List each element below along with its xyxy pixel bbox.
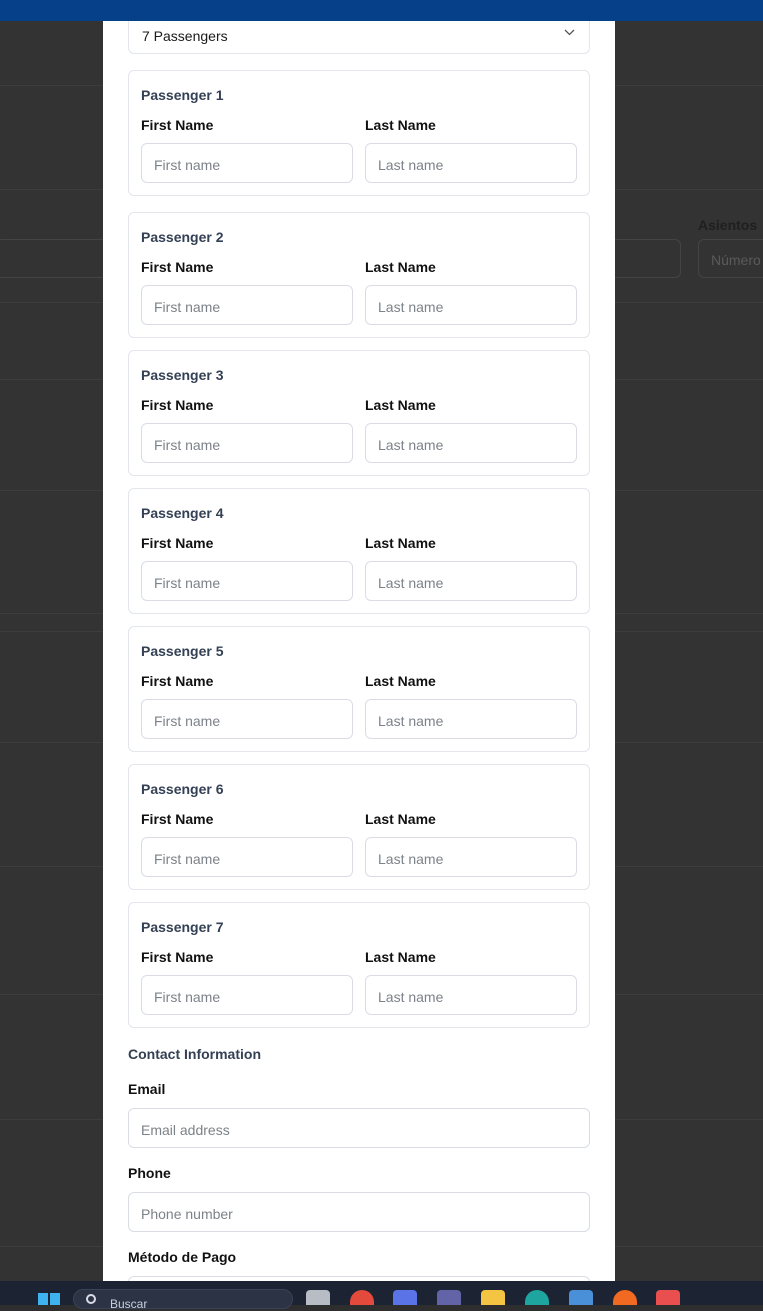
last-name-label: Last Name: [365, 397, 436, 413]
input-placeholder: Last name: [378, 437, 444, 453]
first-name-input[interactable]: First name: [141, 699, 353, 739]
task-view-icon[interactable]: [306, 1290, 330, 1305]
first-name-input[interactable]: First name: [141, 143, 353, 183]
taskbar-search-box[interactable]: Buscar: [73, 1289, 293, 1311]
email-input[interactable]: Email address: [128, 1108, 590, 1148]
passenger-title: Passenger 4: [141, 505, 224, 521]
first-name-label: First Name: [141, 535, 214, 551]
input-placeholder: Last name: [378, 713, 444, 729]
edge-icon[interactable]: [525, 1290, 549, 1305]
teams-icon[interactable]: [437, 1290, 461, 1305]
input-placeholder: First name: [154, 851, 221, 867]
last-name-input[interactable]: Last name: [365, 423, 577, 463]
last-name-input[interactable]: Last name: [365, 285, 577, 325]
first-name-label: First Name: [141, 259, 214, 275]
phone-label: Phone: [128, 1165, 171, 1181]
passenger-card-5: Passenger 5 First Name Last Name First n…: [128, 626, 590, 752]
input-placeholder: Last name: [378, 575, 444, 591]
os-taskbar: Buscar: [0, 1281, 763, 1311]
browser-top-bar: [0, 0, 763, 21]
first-name-label: First Name: [141, 397, 214, 413]
first-name-label: First Name: [141, 673, 214, 689]
search-icon: [86, 1294, 96, 1304]
input-placeholder: First name: [154, 157, 221, 173]
last-name-label: Last Name: [365, 117, 436, 133]
first-name-input[interactable]: First name: [141, 975, 353, 1015]
input-placeholder: Phone number: [141, 1206, 233, 1222]
background-seats-label: Asientos: [698, 217, 758, 233]
chevron-down-icon: [564, 29, 575, 36]
input-placeholder: First name: [154, 299, 221, 315]
passenger-card-4: Passenger 4 First Name Last Name First n…: [128, 488, 590, 614]
phone-input[interactable]: Phone number: [128, 1192, 590, 1232]
last-name-input[interactable]: Last name: [365, 143, 577, 183]
passenger-card-7: Passenger 7 First Name Last Name First n…: [128, 902, 590, 1028]
payment-method-label: Método de Pago: [128, 1249, 237, 1265]
first-name-input[interactable]: First name: [141, 423, 353, 463]
last-name-label: Last Name: [365, 535, 436, 551]
taskbar-search-text: Buscar: [110, 1297, 148, 1311]
windows-start-icon[interactable]: [38, 1293, 60, 1305]
first-name-input[interactable]: First name: [141, 285, 353, 325]
input-placeholder: First name: [154, 713, 221, 729]
file-explorer-icon[interactable]: [481, 1290, 505, 1305]
passenger-count-select[interactable]: 7 Passengers: [128, 21, 590, 54]
passenger-card-1: Passenger 1 First Name Last Name First n…: [128, 70, 590, 196]
last-name-label: Last Name: [365, 259, 436, 275]
email-label: Email: [128, 1081, 166, 1097]
passenger-card-3: Passenger 3 First Name Last Name First n…: [128, 350, 590, 476]
firefox-icon[interactable]: [613, 1290, 637, 1305]
contact-section-title: Contact Information: [128, 1046, 261, 1062]
first-name-label: First Name: [141, 811, 214, 827]
first-name-input[interactable]: First name: [141, 837, 353, 877]
input-placeholder: First name: [154, 989, 221, 1005]
input-placeholder: Last name: [378, 851, 444, 867]
input-placeholder: First name: [154, 437, 221, 453]
passenger-title: Passenger 5: [141, 643, 224, 659]
first-name-label: First Name: [141, 949, 214, 965]
input-placeholder: First name: [154, 575, 221, 591]
passenger-card-2: Passenger 2 First Name Last Name First n…: [128, 212, 590, 338]
background-seats-placeholder: Número: [711, 252, 761, 268]
last-name-label: Last Name: [365, 949, 436, 965]
input-placeholder: Last name: [378, 299, 444, 315]
copilot-icon[interactable]: [393, 1290, 417, 1305]
passenger-title: Passenger 6: [141, 781, 224, 797]
store-icon[interactable]: [569, 1290, 593, 1305]
input-placeholder: Last name: [378, 989, 444, 1005]
passenger-title: Passenger 3: [141, 367, 224, 383]
last-name-input[interactable]: Last name: [365, 699, 577, 739]
passenger-title: Passenger 7: [141, 919, 224, 935]
last-name-input[interactable]: Last name: [365, 561, 577, 601]
last-name-input[interactable]: Last name: [365, 837, 577, 877]
app-icon[interactable]: [656, 1290, 680, 1305]
first-name-label: First Name: [141, 117, 214, 133]
last-name-label: Last Name: [365, 673, 436, 689]
first-name-input[interactable]: First name: [141, 561, 353, 601]
passenger-count-value: 7 Passengers: [142, 28, 228, 44]
input-placeholder: Email address: [141, 1122, 230, 1138]
booking-modal: 7 Passengers Passenger 1 First Name Last…: [103, 21, 615, 1281]
passenger-title: Passenger 1: [141, 87, 224, 103]
last-name-label: Last Name: [365, 811, 436, 827]
passenger-card-6: Passenger 6 First Name Last Name First n…: [128, 764, 590, 890]
input-placeholder: Last name: [378, 157, 444, 173]
chrome-icon[interactable]: [350, 1290, 374, 1305]
passenger-title: Passenger 2: [141, 229, 224, 245]
last-name-input[interactable]: Last name: [365, 975, 577, 1015]
background-seats-input: Número: [698, 239, 763, 278]
